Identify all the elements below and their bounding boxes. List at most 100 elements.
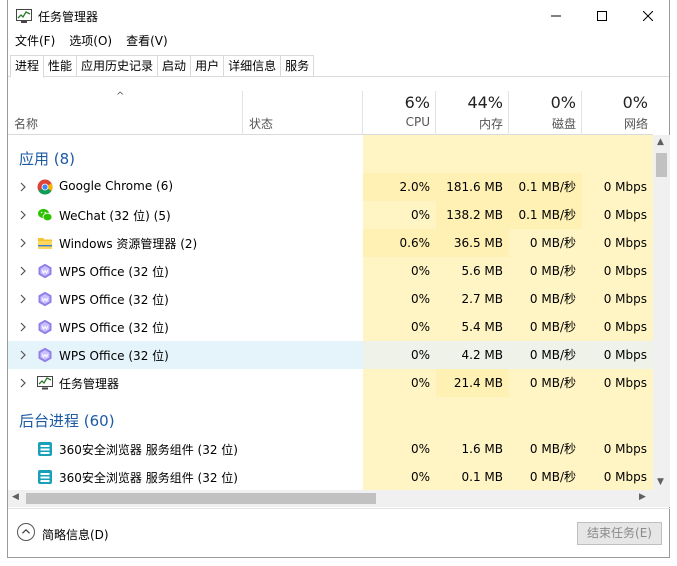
task-manager-icon: [37, 376, 53, 390]
wechat-icon: [38, 208, 53, 222]
folder-icon: [38, 238, 52, 249]
process-row-hovered[interactable]: WPS Office (32 位) 0% 4.2 MB 0 MB/秒 0 Mbp…: [8, 341, 653, 369]
group-title: 后台进程 (60): [19, 412, 115, 430]
process-row[interactable]: Google Chrome (6) 2.0% 181.6 MB 0.1 MB/秒…: [8, 173, 653, 201]
task-manager-window: 任务管理器 文件(F) 选项(O) 查看(V) 进程 性能 应用历史记录 启动 …: [7, 0, 670, 558]
memory-value: 5.6 MB: [436, 257, 509, 285]
chevron-right-icon[interactable]: [18, 237, 28, 249]
network-value: 0 Mbps: [582, 435, 653, 463]
scroll-up-arrow-icon[interactable]: ▲: [657, 137, 664, 147]
disk-value: 0 MB/秒: [509, 313, 582, 341]
scroll-left-arrow-icon[interactable]: ◀: [12, 492, 19, 502]
chevron-right-icon[interactable]: [18, 377, 28, 389]
process-row[interactable]: Windows 资源管理器 (2) 0.6% 36.5 MB 0 MB/秒 0 …: [8, 229, 653, 257]
vertical-scrollbar[interactable]: ▲ ▼: [653, 135, 670, 490]
tab-performance[interactable]: 性能: [44, 55, 78, 77]
disk-percent: 0%: [550, 93, 576, 112]
process-row[interactable]: 360安全浏览器 服务组件 (32 位) 0% 1.6 MB 0 MB/秒 0 …: [8, 435, 653, 463]
tab-details[interactable]: 详细信息: [224, 55, 282, 77]
column-network[interactable]: 网络: [582, 115, 648, 132]
network-value: 0 Mbps: [582, 229, 653, 257]
process-row[interactable]: WPS Office (32 位) 0% 5.6 MB 0 MB/秒 0 Mbp…: [8, 257, 653, 285]
disk-value: 0 MB/秒: [509, 341, 582, 369]
column-memory[interactable]: 内存: [436, 115, 503, 132]
process-name: 360安全浏览器 服务组件 (32 位): [59, 471, 238, 485]
wps-icon: [38, 319, 52, 335]
network-value: 0 Mbps: [582, 341, 653, 369]
horizontal-scroll-thumb[interactable]: [26, 493, 376, 504]
network-value: 0 Mbps: [582, 463, 653, 490]
memory-value: 5.4 MB: [436, 313, 509, 341]
process-row[interactable]: WPS Office (32 位) 0% 2.7 MB 0 MB/秒 0 Mbp…: [8, 285, 653, 313]
column-disk[interactable]: 磁盘: [509, 115, 576, 132]
menu-bar: 文件(F) 选项(O) 查看(V): [8, 31, 175, 51]
tab-processes[interactable]: 进程: [10, 55, 45, 78]
tab-startup[interactable]: 启动: [158, 55, 192, 77]
column-name[interactable]: 名称: [14, 115, 38, 132]
footer-bar: 简略信息(D) 结束任务(E): [8, 508, 670, 557]
disk-value: 0 MB/秒: [509, 435, 582, 463]
close-icon: [643, 10, 653, 21]
tab-services[interactable]: 服务: [281, 55, 315, 77]
cpu-value: 0%: [363, 463, 436, 490]
memory-value: 1.6 MB: [436, 435, 509, 463]
minimize-button[interactable]: [533, 0, 579, 31]
process-name: WPS Office (32 位): [59, 265, 169, 279]
vertical-scroll-thumb[interactable]: [656, 153, 667, 177]
chevron-right-icon[interactable]: [18, 181, 28, 193]
memory-value: 21.4 MB: [436, 369, 509, 397]
cpu-value: 0%: [363, 313, 436, 341]
chevron-right-icon[interactable]: [18, 265, 28, 277]
menu-options[interactable]: 选项(O): [62, 31, 119, 51]
cpu-value: 0%: [363, 369, 436, 397]
process-row[interactable]: 360安全浏览器 服务组件 (32 位) 0% 0.1 MB 0 MB/秒 0 …: [8, 463, 653, 490]
process-row[interactable]: WeChat (32 位) (5) 0% 138.2 MB 0.1 MB/秒 0…: [8, 201, 653, 229]
maximize-button[interactable]: [579, 0, 625, 31]
group-title: 应用 (8): [19, 150, 76, 168]
chevron-up-circle-icon[interactable]: [17, 523, 35, 541]
group-header-background: 后台进程 (60): [8, 397, 653, 430]
process-name: Windows 资源管理器 (2): [59, 237, 198, 251]
fewer-details-link[interactable]: 简略信息(D): [42, 526, 109, 543]
network-value: 0 Mbps: [582, 285, 653, 313]
column-divider[interactable]: [242, 91, 243, 135]
process-name: WeChat (32 位) (5): [59, 209, 171, 223]
menu-file[interactable]: 文件(F): [8, 31, 62, 51]
process-row[interactable]: WPS Office (32 位) 0% 5.4 MB 0 MB/秒 0 Mbp…: [8, 313, 653, 341]
wps-icon: [38, 347, 52, 363]
cpu-percent: 6%: [404, 93, 430, 112]
tab-app-history[interactable]: 应用历史记录: [77, 55, 159, 77]
network-value: 0 Mbps: [582, 369, 653, 397]
disk-value: 0 MB/秒: [509, 369, 582, 397]
process-name: WPS Office (32 位): [59, 293, 169, 307]
cpu-value: 2.0%: [363, 173, 436, 201]
end-task-button[interactable]: 结束任务(E): [577, 522, 662, 545]
maximize-icon: [597, 10, 607, 21]
chevron-right-icon[interactable]: [18, 209, 28, 221]
sort-ascending-icon: ^: [116, 91, 125, 102]
network-value: 0 Mbps: [582, 313, 653, 341]
network-percent: 0%: [622, 93, 648, 112]
close-button[interactable]: [625, 0, 671, 31]
360-browser-icon: [38, 470, 52, 484]
memory-value: 36.5 MB: [436, 229, 509, 257]
disk-value: 0 MB/秒: [509, 285, 582, 313]
tab-bar: 进程 性能 应用历史记录 启动 用户 详细信息 服务: [8, 54, 669, 78]
chevron-right-icon[interactable]: [18, 293, 28, 305]
process-row[interactable]: 任务管理器 0% 21.4 MB 0 MB/秒 0 Mbps: [8, 369, 653, 397]
column-status[interactable]: 状态: [249, 115, 273, 132]
disk-value: 0.1 MB/秒: [509, 173, 582, 201]
chevron-right-icon[interactable]: [18, 349, 28, 361]
chevron-right-icon[interactable]: [18, 321, 28, 333]
wps-icon: [38, 263, 52, 279]
tab-users[interactable]: 用户: [191, 55, 225, 77]
task-manager-icon: [16, 9, 32, 23]
cpu-value: 0%: [363, 257, 436, 285]
scroll-right-arrow-icon[interactable]: ▶: [639, 492, 646, 502]
memory-percent: 44%: [467, 93, 503, 112]
process-name: WPS Office (32 位): [59, 349, 169, 363]
menu-view[interactable]: 查看(V): [119, 31, 175, 51]
column-cpu[interactable]: CPU: [363, 115, 430, 129]
scroll-down-arrow-icon[interactable]: ▼: [657, 477, 664, 487]
horizontal-scrollbar[interactable]: ◀ ▶: [8, 490, 670, 507]
